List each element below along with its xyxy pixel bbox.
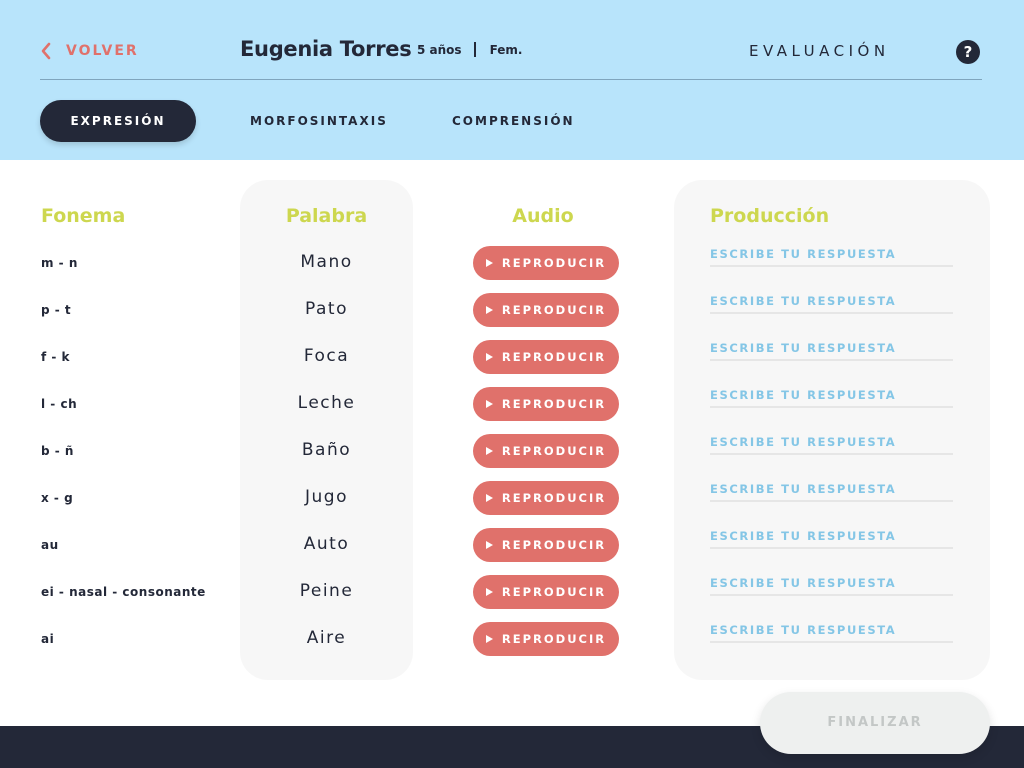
phoneme-label: au: [41, 538, 59, 552]
patient-name: Eugenia Torres: [240, 37, 412, 61]
tab-comprension[interactable]: COMPRENSIÓN: [452, 100, 575, 142]
word-label: Mano: [300, 252, 353, 272]
top-header: VOLVER Eugenia Torres 5 años Fem. EVALUA…: [0, 0, 1024, 160]
table-row: m - n Mano REPRODUCIR: [0, 243, 1024, 283]
question-mark-icon[interactable]: ?: [956, 40, 980, 64]
answer-input[interactable]: [710, 337, 953, 361]
patient-age: 5 años: [417, 42, 462, 57]
play-audio-button[interactable]: REPRODUCIR: [473, 246, 619, 280]
answer-input[interactable]: [710, 290, 953, 314]
column-header-audio: Audio: [512, 205, 574, 227]
play-audio-label: REPRODUCIR: [501, 397, 607, 411]
play-audio-button[interactable]: REPRODUCIR: [473, 434, 619, 468]
play-icon: [485, 306, 493, 314]
word-label: Peine: [299, 581, 354, 601]
chevron-left-icon: [41, 42, 51, 60]
column-header-phoneme: Fonema: [41, 205, 126, 227]
play-audio-label: REPRODUCIR: [501, 444, 607, 458]
column-header-word: Palabra: [285, 205, 368, 227]
play-audio-button[interactable]: REPRODUCIR: [473, 481, 619, 515]
play-icon: [485, 447, 493, 455]
phoneme-label: ai: [41, 632, 55, 646]
table-row: l - ch Leche REPRODUCIR: [0, 384, 1024, 424]
table-row: ei - nasal - consonante Peine REPRODUCIR: [0, 572, 1024, 612]
answer-input[interactable]: [710, 619, 953, 643]
table-row: f - k Foca REPRODUCIR: [0, 337, 1024, 377]
patient-sex: Fem.: [489, 42, 523, 57]
word-label: Baño: [301, 440, 352, 460]
play-audio-label: REPRODUCIR: [501, 491, 607, 505]
play-audio-button[interactable]: REPRODUCIR: [473, 622, 619, 656]
tab-expresion[interactable]: EXPRESIÓN: [40, 100, 196, 142]
meta-separator: [473, 42, 476, 57]
play-icon: [485, 259, 493, 267]
play-audio-button[interactable]: REPRODUCIR: [473, 293, 619, 327]
table-row: au Auto REPRODUCIR: [0, 525, 1024, 565]
table-row: ai Aire REPRODUCIR: [0, 619, 1024, 659]
play-audio-button[interactable]: REPRODUCIR: [473, 340, 619, 374]
answer-input[interactable]: [710, 431, 953, 455]
word-label: Leche: [297, 393, 356, 413]
play-icon: [485, 353, 493, 361]
play-audio-label: REPRODUCIR: [501, 350, 607, 364]
play-icon: [485, 541, 493, 549]
play-audio-button[interactable]: REPRODUCIR: [473, 528, 619, 562]
answer-input[interactable]: [710, 243, 953, 267]
phoneme-label: b - ñ: [41, 444, 74, 458]
answer-input[interactable]: [710, 478, 953, 502]
tab-morfosintaxis[interactable]: MORFOSINTAXIS: [250, 100, 388, 142]
play-audio-label: REPRODUCIR: [501, 632, 607, 646]
play-audio-label: REPRODUCIR: [501, 585, 607, 599]
phoneme-label: m - n: [41, 256, 78, 270]
phoneme-label: f - k: [41, 350, 71, 364]
play-icon: [485, 588, 493, 596]
word-label: Foca: [303, 346, 350, 366]
play-audio-label: REPRODUCIR: [501, 256, 607, 270]
table-row: b - ñ Baño REPRODUCIR: [0, 431, 1024, 471]
phoneme-label: ei - nasal - consonante: [41, 585, 206, 599]
finish-button[interactable]: FINALIZAR: [760, 692, 990, 754]
answer-input[interactable]: [710, 525, 953, 549]
word-label: Auto: [303, 534, 350, 554]
answer-input[interactable]: [710, 572, 953, 596]
phoneme-label: l - ch: [41, 397, 78, 411]
play-audio-label: REPRODUCIR: [501, 303, 607, 317]
word-label: Jugo: [305, 487, 348, 507]
table-row: p - t Pato REPRODUCIR: [0, 290, 1024, 330]
table-row: x - g Jugo REPRODUCIR: [0, 478, 1024, 518]
column-header-production: Producción: [710, 205, 830, 227]
play-icon: [485, 635, 493, 643]
header-divider: [40, 79, 982, 80]
section-title: EVALUACIÓN: [749, 42, 890, 60]
word-label: Aire: [306, 628, 347, 648]
back-button[interactable]: VOLVER: [40, 40, 139, 62]
phoneme-label: x - g: [41, 491, 74, 505]
phoneme-label: p - t: [41, 303, 72, 317]
patient-meta: 5 años Fem.: [417, 42, 522, 57]
back-label: VOLVER: [66, 43, 139, 59]
play-audio-label: REPRODUCIR: [501, 538, 607, 552]
play-icon: [485, 400, 493, 408]
play-icon: [485, 494, 493, 502]
play-audio-button[interactable]: REPRODUCIR: [473, 575, 619, 609]
play-audio-button[interactable]: REPRODUCIR: [473, 387, 619, 421]
word-label: Pato: [305, 299, 348, 319]
answer-input[interactable]: [710, 384, 953, 408]
